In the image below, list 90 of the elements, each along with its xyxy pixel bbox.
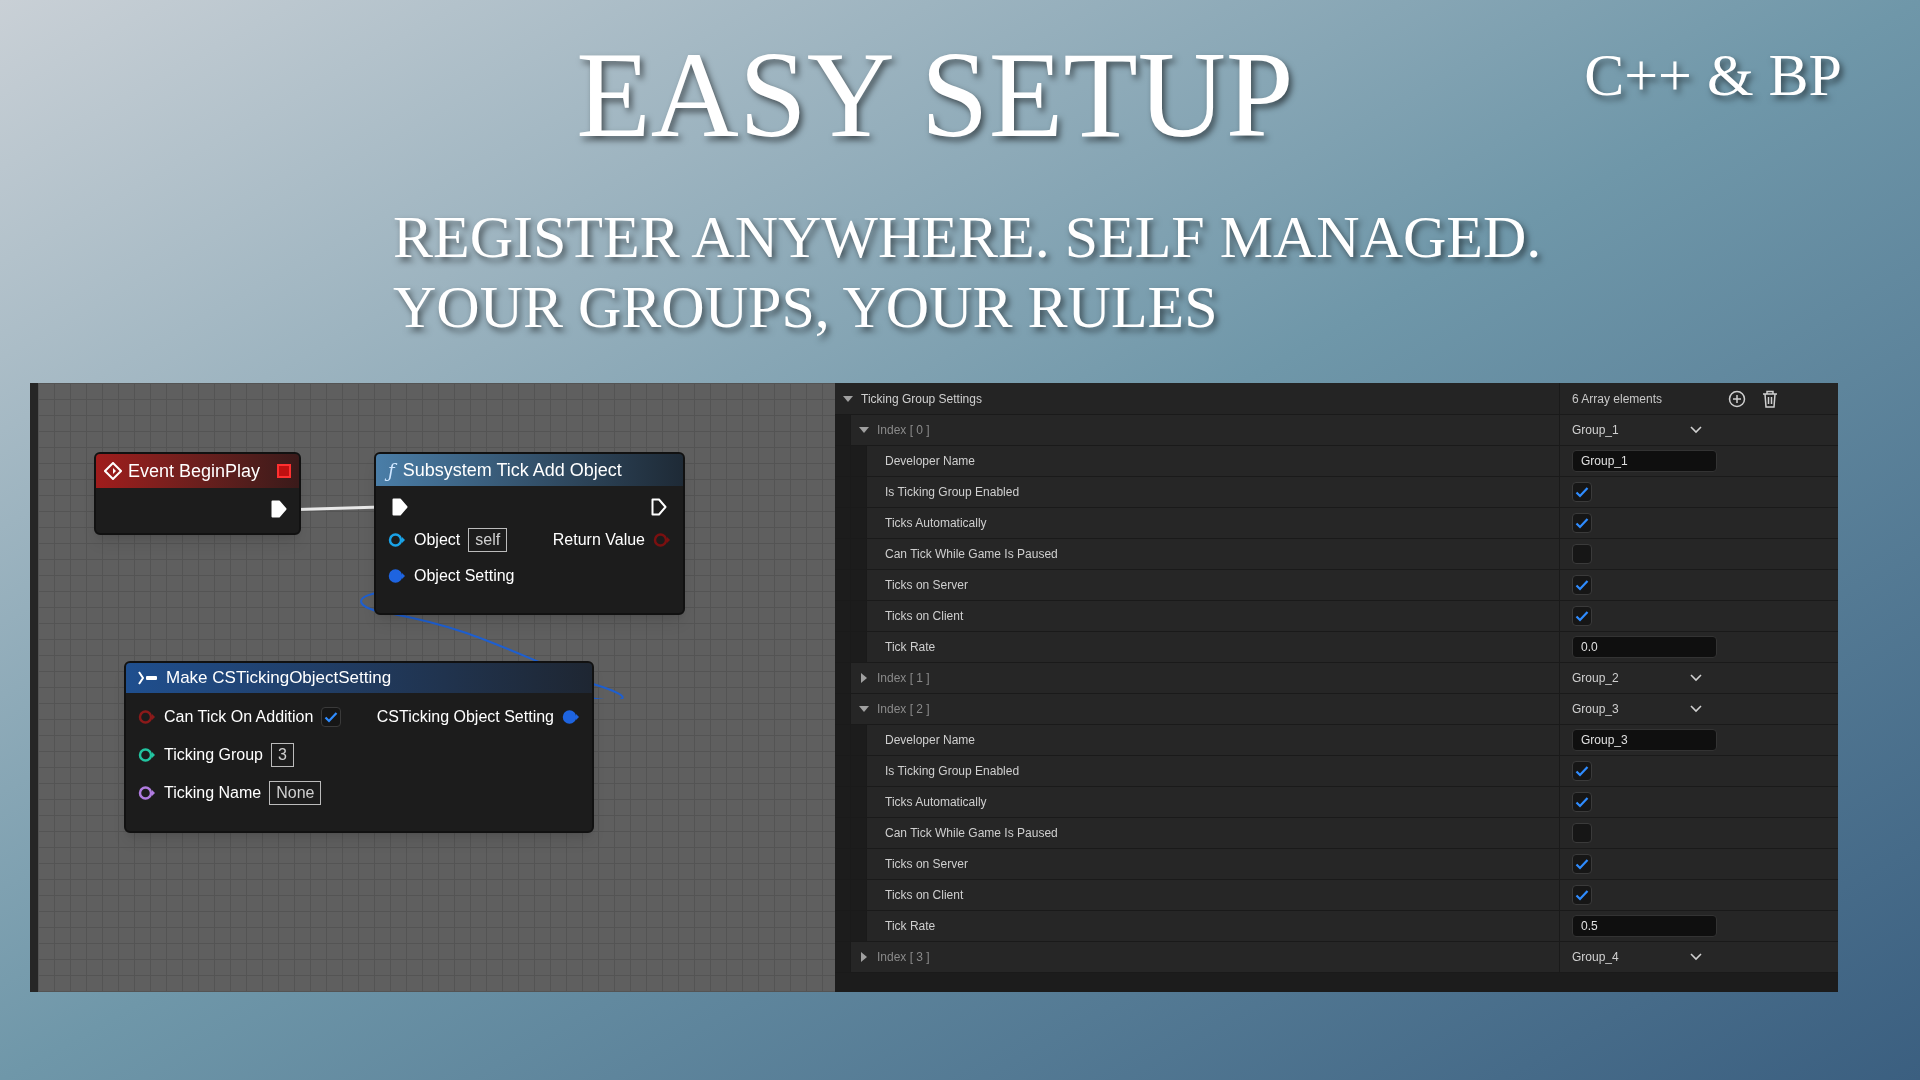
delete-icon[interactable] bbox=[1762, 389, 1778, 408]
property-label: Developer Name bbox=[885, 732, 976, 749]
expand-arrow-icon[interactable] bbox=[859, 952, 869, 962]
chevron-down-icon bbox=[1690, 674, 1702, 682]
pin-icon[interactable] bbox=[138, 747, 156, 763]
add-icon[interactable] bbox=[1728, 389, 1746, 408]
property-label: Is Ticking Group Enabled bbox=[885, 763, 1020, 780]
property-label: Ticks on Server bbox=[885, 577, 968, 594]
corner-label: C++ & BP bbox=[1584, 41, 1842, 110]
property-label: Can Tick While Game Is Paused bbox=[885, 546, 1058, 563]
pin-label: Object bbox=[414, 530, 461, 550]
group-dropdown[interactable]: Group_1 bbox=[1572, 421, 1702, 439]
checkmark-icon bbox=[1575, 858, 1589, 870]
exec-pin-icon[interactable] bbox=[651, 498, 667, 516]
headline: EASY SETUP bbox=[576, 30, 1294, 160]
pin-value-field[interactable]: None bbox=[269, 781, 322, 805]
checkmark-icon bbox=[324, 711, 339, 723]
pin-icon[interactable] bbox=[562, 709, 580, 725]
checkbox[interactable] bbox=[1572, 761, 1592, 781]
subtitle-line: YOUR GROUPS, YOUR RULES bbox=[393, 273, 1219, 342]
subtitle-line: REGISTER ANYWHERE. SELF MANAGED. bbox=[393, 203, 1543, 272]
checkmark-icon bbox=[1575, 517, 1589, 529]
pin-value-field[interactable]: 3 bbox=[271, 743, 294, 767]
array-index-label: Index [ 0 ] bbox=[877, 422, 930, 439]
chevron-down-icon bbox=[1690, 705, 1702, 713]
pin-icon[interactable] bbox=[388, 568, 406, 584]
property-label: Ticks Automatically bbox=[885, 515, 987, 532]
group-dropdown[interactable]: Group_3 bbox=[1572, 700, 1702, 718]
property-label: Ticks Automatically bbox=[885, 794, 987, 811]
checkmark-icon bbox=[1575, 579, 1589, 591]
property-label: Tick Rate bbox=[885, 918, 936, 935]
make-struct-node[interactable]: Make CSTickingObjectSetting Can Tick On Addition Ticking Group 3 Ticking Name None CSTicking Object Setting bbox=[124, 661, 594, 833]
pin-value-field[interactable]: self bbox=[468, 528, 508, 552]
checkbox[interactable] bbox=[1572, 854, 1592, 874]
chevron-down-icon bbox=[1690, 953, 1702, 961]
node-title: Event BeginPlay bbox=[128, 459, 261, 483]
checkbox[interactable] bbox=[1572, 885, 1592, 905]
event-diamond-icon bbox=[104, 462, 122, 480]
checkbox[interactable] bbox=[1572, 575, 1592, 595]
text-field[interactable]: Group_1 bbox=[1572, 450, 1717, 472]
pin-label: CSTicking Object Setting bbox=[376, 707, 554, 727]
property-label: Can Tick While Game Is Paused bbox=[885, 825, 1058, 842]
array-count: 6 Array elements bbox=[1572, 390, 1664, 408]
property-label: Developer Name bbox=[885, 453, 976, 470]
node-title: Make CSTickingObjectSetting bbox=[166, 667, 392, 690]
checkbox[interactable] bbox=[1572, 823, 1592, 843]
checkmark-icon bbox=[1575, 610, 1589, 622]
property-label: Ticks on Client bbox=[885, 887, 964, 904]
checkmark-icon bbox=[1575, 889, 1589, 901]
chevron-down-icon bbox=[1690, 426, 1702, 434]
collapse-arrow-icon[interactable] bbox=[859, 704, 869, 714]
checkbox[interactable] bbox=[1572, 513, 1592, 533]
checkbox[interactable] bbox=[1572, 544, 1592, 564]
checkbox[interactable] bbox=[321, 707, 342, 727]
group-dropdown[interactable]: Group_2 bbox=[1572, 669, 1702, 687]
exec-pin-icon[interactable] bbox=[392, 498, 408, 516]
exec-pin-icon[interactable] bbox=[271, 500, 287, 518]
pin-label: Object Setting bbox=[414, 566, 515, 586]
group-dropdown[interactable]: Group_4 bbox=[1572, 948, 1702, 966]
checkbox[interactable] bbox=[1572, 606, 1592, 626]
property-label: Ticks on Client bbox=[885, 608, 964, 625]
checkmark-icon bbox=[1575, 486, 1589, 498]
pin-label: Ticking Name bbox=[164, 783, 262, 803]
stop-icon bbox=[277, 464, 291, 478]
checkbox[interactable] bbox=[1572, 792, 1592, 812]
property-label: Ticks on Server bbox=[885, 856, 968, 873]
pin-icon[interactable] bbox=[138, 785, 156, 801]
text-field[interactable]: 0.5 bbox=[1572, 915, 1717, 937]
event-node[interactable]: Event BeginPlay bbox=[94, 452, 301, 535]
checkmark-icon bbox=[1575, 796, 1589, 808]
collapse-arrow-icon[interactable] bbox=[843, 393, 853, 404]
pin-icon[interactable] bbox=[388, 532, 406, 548]
array-index-label: Index [ 3 ] bbox=[877, 949, 930, 966]
expand-arrow-icon[interactable] bbox=[859, 673, 869, 683]
pin-label: Return Value bbox=[552, 530, 645, 550]
array-index-label: Index [ 1 ] bbox=[877, 670, 930, 687]
text-field[interactable]: 0.0 bbox=[1572, 636, 1717, 658]
section-title: Ticking Group Settings bbox=[861, 390, 982, 408]
checkmark-icon bbox=[1575, 765, 1589, 777]
collapse-arrow-icon[interactable] bbox=[859, 425, 869, 435]
checkbox[interactable] bbox=[1572, 482, 1592, 502]
property-label: Is Ticking Group Enabled bbox=[885, 484, 1020, 501]
text-field[interactable]: Group_3 bbox=[1572, 729, 1717, 751]
node-title: Subsystem Tick Add Object bbox=[402, 458, 622, 482]
make-struct-icon bbox=[138, 670, 158, 686]
property-label: Tick Rate bbox=[885, 639, 936, 656]
function-node[interactable]: ƒ Subsystem Tick Add Object Object self Return Value Object Setting bbox=[374, 452, 685, 615]
pin-label: Ticking Group bbox=[164, 745, 263, 765]
pin-label: Can Tick On Addition bbox=[164, 707, 314, 727]
array-index-label: Index [ 2 ] bbox=[877, 701, 930, 718]
